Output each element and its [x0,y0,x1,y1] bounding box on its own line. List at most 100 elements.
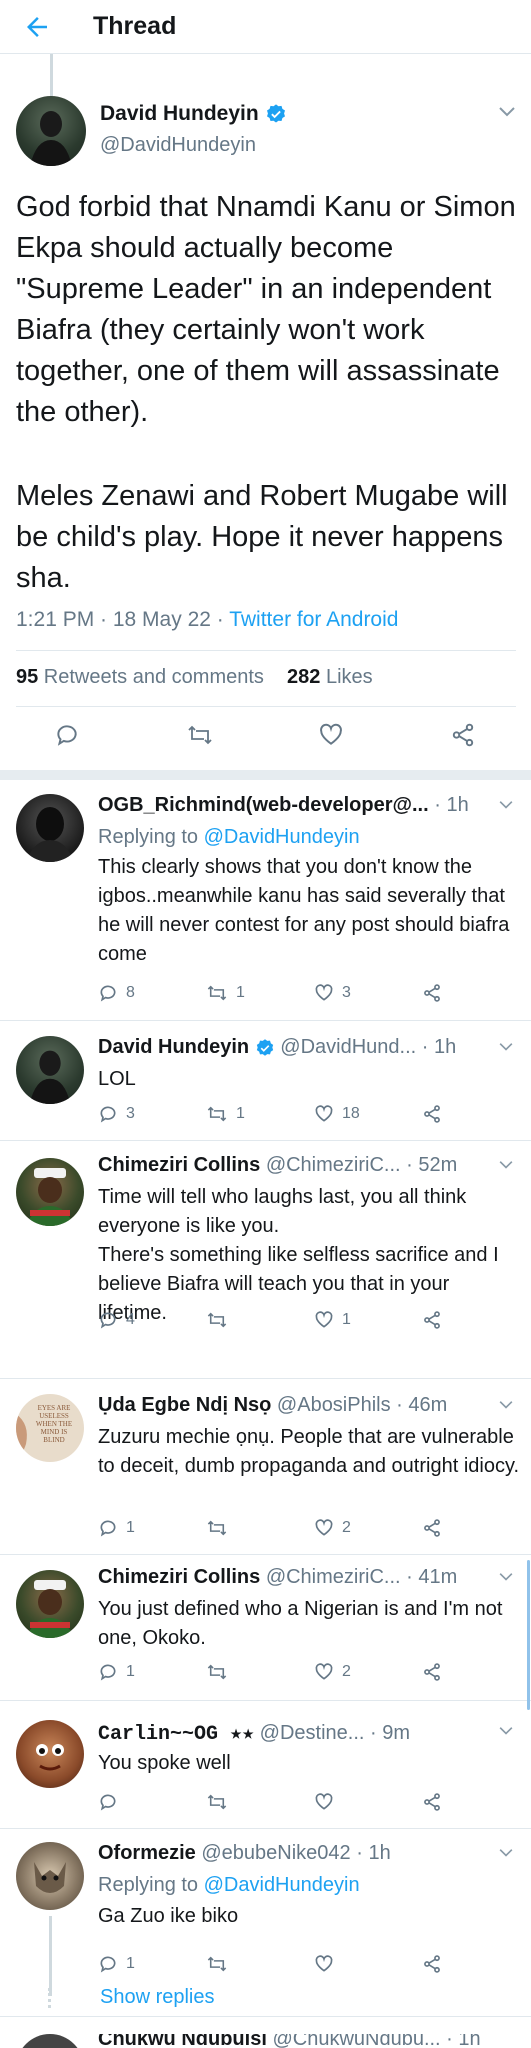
reply-tweet[interactable]: Chimeziri Collins @ChimeziriC... · 41m Y… [0,1562,531,1692]
divider [0,1140,531,1141]
comment-icon[interactable] [98,1792,118,1812]
comment-icon[interactable] [98,1954,118,1974]
replying-to-link[interactable]: @DavidHundeyin [204,826,360,848]
chevron-down-icon[interactable] [498,1160,514,1170]
like-icon[interactable] [314,1104,334,1124]
like-icon[interactable] [314,1954,334,1974]
avatar[interactable] [16,794,84,862]
scrollbar[interactable] [527,1560,530,1710]
retweet-icon[interactable] [206,1954,228,1974]
comment-icon[interactable] [98,1310,118,1330]
chevron-down-icon[interactable] [498,1042,514,1052]
share-icon[interactable] [450,722,476,748]
retweet-icon[interactable] [206,1104,228,1124]
avatar[interactable]: EYES ARE USELESS WHEN THE MIND IS BLIND [16,1394,84,1462]
thread-connector [49,1916,52,1996]
share-icon[interactable] [422,1518,442,1538]
reply-author-name[interactable]: David Hundeyin [98,1036,249,1058]
chevron-down-icon[interactable] [498,800,514,810]
reply-author-name[interactable]: Ụda Egbe Ndị Nsọ [98,1394,271,1416]
reply-tweet[interactable]: Carlin~~OG ★★ @Destine... · 9m You spoke… [0,1716,531,1826]
comment-icon[interactable] [98,983,118,1003]
comment-icon[interactable] [98,1662,118,1682]
like-icon[interactable] [314,1662,334,1682]
tweet-timestamp: 1:21 PM · 18 May 22 · [16,608,230,631]
avatar[interactable] [16,2034,84,2048]
tweet-source-link[interactable]: Twitter for Android [229,608,398,631]
retweet-icon[interactable] [206,1518,228,1538]
author-name[interactable]: David Hundeyin [100,102,259,125]
reply-author-handle[interactable]: @ChimeziriC... [266,1154,401,1176]
chevron-down-icon[interactable] [498,106,516,118]
share-icon[interactable] [422,1792,442,1812]
reply-author-name[interactable]: Chukwu Ndubuisi [98,2034,267,2048]
retweet-icon[interactable] [206,1310,228,1330]
comment-count: 1 [126,1663,135,1680]
retweet-icon[interactable] [186,722,214,748]
chevron-down-icon[interactable] [498,1572,514,1582]
reply-tweet-partial[interactable]: Chukwu Ndubuisi @ChukwuNdubu... · 1h [0,2034,531,2048]
retweet-icon[interactable] [206,983,228,1003]
chevron-down-icon[interactable] [498,1848,514,1858]
reply-tweet[interactable]: David Hundeyin @DavidHund... · 1h LOL 3 … [0,1032,531,1152]
reply-tweet[interactable]: Chimeziri Collins @ChimeziriC... · 52m T… [0,1150,531,1355]
like-icon[interactable] [314,1518,334,1538]
reply-author-handle[interactable]: @ChimeziriC... [266,1566,401,1588]
like-icon[interactable] [314,1310,334,1330]
comment-icon[interactable] [98,1518,118,1538]
share-icon[interactable] [422,983,442,1003]
likes-count[interactable]: 282 [287,666,320,688]
share-icon[interactable] [422,1662,442,1682]
reply-text: LOL [98,1068,136,1090]
avatar[interactable] [16,1158,84,1226]
reply-author-name[interactable]: Oformezie [98,1842,196,1864]
tweet-text-2: Meles Zenawi and Robert Mugabe will be c… [16,480,508,594]
reply-time: · 41m [400,1566,458,1588]
reply-author-handle[interactable]: @ebubeNike042 [201,1842,350,1864]
like-count: 3 [342,984,351,1001]
avatar[interactable] [16,1570,84,1638]
replying-to-link[interactable]: @DavidHundeyin [204,1874,360,1896]
comment-count: 1 [126,1955,135,1972]
reply-author-handle[interactable]: @Destine... [260,1722,365,1744]
comment-icon[interactable] [54,722,80,748]
comment-icon[interactable] [98,1104,118,1124]
share-icon[interactable] [422,1104,442,1124]
avatar[interactable] [16,96,86,166]
like-count: 1 [342,1311,351,1328]
divider [0,1020,531,1021]
reply-tweet[interactable]: Oformezie @ebubeNike042 · 1h Replying to… [0,1838,531,2008]
divider [0,1700,531,1701]
reply-text: Ga Zuo ike biko [98,1905,239,1927]
share-icon[interactable] [422,1310,442,1330]
chevron-down-icon[interactable] [498,1726,514,1736]
reply-text: Time will tell who laughs last, you all … [98,1186,499,1324]
like-icon[interactable] [318,722,344,748]
avatar[interactable] [16,1036,84,1104]
reply-author-handle[interactable]: @ChukwuNdubu... [272,2034,440,2048]
avatar[interactable] [16,1842,84,1910]
reply-author-name[interactable]: OGB_Richmind(web-developer@... [98,794,429,816]
reply-author-name[interactable]: Chimeziri Collins [98,1154,260,1176]
show-replies-link[interactable]: Show replies [100,1986,215,2009]
retweets-label[interactable]: Retweets and comments [38,666,264,688]
like-icon[interactable] [314,983,334,1003]
comment-count: 1 [126,1519,135,1536]
likes-label[interactable]: Likes [320,666,373,688]
like-icon[interactable] [314,1792,334,1812]
share-icon[interactable] [422,1954,442,1974]
reply-tweet[interactable]: EYES ARE USELESS WHEN THE MIND IS BLIND … [0,1390,531,1550]
chevron-down-icon[interactable] [498,1400,514,1410]
reply-author-handle[interactable]: @DavidHund... [280,1036,416,1058]
reply-author-name[interactable]: Carlin~~OG ★★ [98,1723,254,1746]
author-handle[interactable]: @DavidHundeyin [100,134,256,157]
retweet-icon[interactable] [206,1792,228,1812]
reply-author-handle[interactable]: @AbosiPhils [277,1394,391,1416]
reply-author-name[interactable]: Chimeziri Collins [98,1566,260,1588]
reply-tweet[interactable]: OGB_Richmind(web-developer@... · 1h Repl… [0,790,531,1020]
back-arrow-icon[interactable] [22,12,52,42]
avatar[interactable] [16,1720,84,1788]
retweet-icon[interactable] [206,1662,228,1682]
retweets-count[interactable]: 95 [16,666,38,688]
divider [16,706,516,707]
